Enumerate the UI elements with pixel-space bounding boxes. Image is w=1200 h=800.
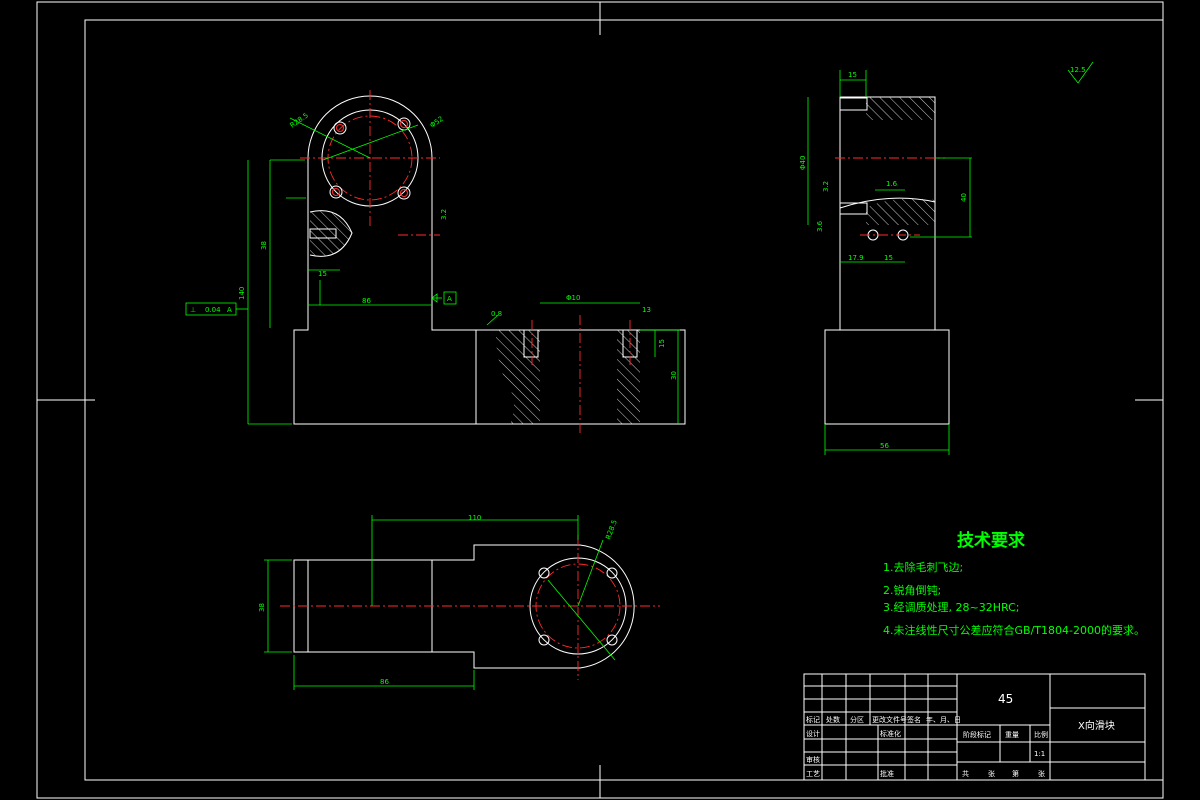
side-view-labels: 15 Φ40 1.6 3.2 3.6 40 17.9 15 56 12.5 [799, 66, 1086, 450]
front-view [185, 90, 686, 435]
tech-req-item-2: 2.锐角倒钝; [883, 583, 941, 597]
dim-front-r: R28.5 [289, 111, 310, 129]
cad-drawing: R28.5 Φ52 140 38 15 86 3.2 Φ10 13 15 30 … [36, 1, 1164, 799]
front-view-labels: R28.5 Φ52 140 38 15 86 3.2 Φ10 13 15 30 … [190, 111, 678, 380]
sheet-total: 共 [962, 769, 969, 778]
sheet-total-unit: 张 [988, 769, 995, 778]
dim-front-140: 140 [238, 287, 246, 300]
dim-side-15: 15 [848, 71, 857, 79]
dim-front-86: 86 [362, 297, 371, 305]
sheet-num: 第 [1012, 769, 1019, 778]
datum-a: A [447, 295, 452, 303]
tol-datum: A [227, 306, 232, 314]
dim-front-30: 30 [670, 371, 678, 380]
part-name: X向滑块 [1078, 719, 1115, 732]
mark-label: 阶段标记 [963, 730, 991, 739]
hdr-zone: 分区 [850, 715, 864, 724]
dim-front-phi52: Φ52 [429, 115, 445, 130]
dim-front-15b: 15 [658, 339, 666, 348]
tech-req-title: 技术要求 [957, 530, 1025, 551]
dim-top-38: 38 [258, 603, 266, 612]
dim-side-16: 1.6 [886, 180, 898, 188]
dim-front-38: 38 [260, 241, 268, 250]
dim-front-13: 13 [642, 306, 651, 314]
roughness: 12.5 [1070, 66, 1086, 74]
dim-front-08: 0.8 [491, 310, 502, 318]
weight-label: 重量 [1005, 731, 1019, 739]
dim-side-32: 3.2 [822, 181, 830, 192]
scale-value: 1:1 [1034, 750, 1045, 758]
dim-front-phi10: Φ10 [566, 294, 580, 302]
hdr-date: 年、月、日 [926, 715, 961, 724]
dim-side-phi40: Φ40 [799, 156, 807, 170]
scale-label: 比例 [1034, 730, 1048, 739]
approve-label: 批准 [880, 769, 894, 778]
dim-side-15b: 15 [884, 254, 893, 262]
sheet-border [36, 1, 1164, 799]
dim-side-40: 40 [960, 193, 968, 202]
title-block: 45 X向滑块 阶段标记 重量 比例 1:1 标记 处数 分区 更改文件号 签名… [803, 673, 1146, 781]
sheet-num-unit: 张 [1038, 769, 1045, 778]
dim-side-56: 56 [880, 442, 889, 450]
tol-value: 0.04 [205, 306, 221, 314]
standard-label: 标准化 [880, 729, 901, 738]
hdr-count: 处数 [826, 715, 840, 724]
hdr-mark: 标记 [806, 715, 820, 724]
dim-side-179: 17.9 [848, 254, 864, 262]
dim-front-ra: 3.2 [440, 209, 448, 220]
tol-symbol: ⊥ [190, 306, 196, 314]
dim-front-15: 15 [318, 270, 327, 278]
top-view [264, 515, 660, 690]
process-label: 工艺 [806, 770, 820, 778]
dim-top-r: R28.5 [604, 519, 619, 541]
tech-req-item-3: 3.经调质处理, 28~32HRC; [883, 601, 1019, 614]
dim-side-36: 3.6 [816, 220, 824, 232]
dim-top-110: 110 [468, 514, 481, 522]
technical-requirements: 技术要求 1.去除毛刺飞边; 2.锐角倒钝; 3.经调质处理, 28~32HRC… [883, 530, 1145, 637]
tech-req-item-1: 1.去除毛刺飞边; [883, 560, 963, 574]
design-label: 设计 [806, 729, 820, 738]
review-label: 审核 [806, 755, 820, 764]
hdr-sign: 签名 [907, 715, 921, 724]
tech-req-item-4: 4.未注线性尺寸公差应符合GB/T1804-2000的要求。 [883, 623, 1145, 637]
hdr-file: 更改文件号 [872, 715, 907, 724]
dim-top-86: 86 [380, 678, 389, 686]
material: 45 [998, 692, 1013, 706]
